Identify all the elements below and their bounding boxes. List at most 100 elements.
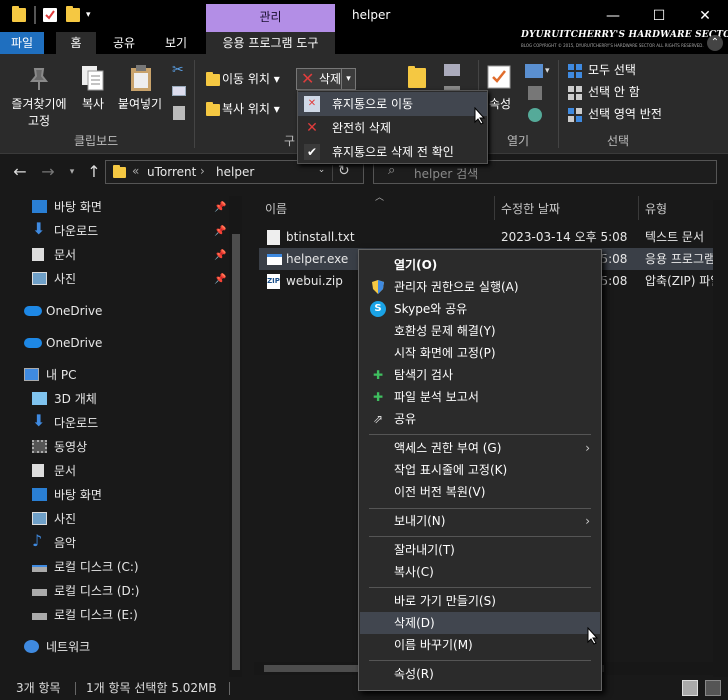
breadcrumb-helper[interactable]: helper (216, 165, 254, 179)
checkmark-icon: ✔ (304, 144, 320, 160)
file-list-vertical-scrollbar[interactable] (713, 200, 728, 677)
new-folder-icon[interactable] (66, 6, 80, 22)
permanently-delete-option[interactable]: ✕ 완전히 삭제 (298, 116, 487, 140)
menu-item-restore-versions[interactable]: 이전 버전 복원(V) (360, 481, 600, 503)
select-all-button[interactable]: 모두 선택 (588, 62, 636, 79)
cut-icon[interactable]: ✂ (172, 62, 184, 78)
chevron-right-icon: › (585, 441, 590, 455)
large-icons-view-icon[interactable] (705, 680, 721, 696)
nav-item-this-pc[interactable]: 내 PC (24, 364, 76, 386)
select-none-icon (568, 86, 582, 100)
confirm-recycle-option[interactable]: ✔ 휴지통으로 삭제 전 확인 (298, 140, 487, 164)
scrollbar-thumb[interactable] (232, 234, 240, 670)
open-icon[interactable] (525, 64, 543, 78)
tab-view[interactable]: 보기 (152, 32, 200, 54)
recycle-option[interactable]: ✕ 휴지통으로 이동 (298, 92, 487, 116)
menu-item-share[interactable]: ⇗ 공유 (360, 408, 600, 430)
open-dropdown-icon[interactable]: ▾ (545, 66, 550, 76)
menu-item-run-as-admin[interactable]: 관리자 권한으로 실행(A) (360, 276, 600, 298)
breadcrumb-separator[interactable]: › (200, 164, 205, 178)
maximize-button[interactable]: ☐ (636, 0, 682, 32)
breadcrumb-overflow[interactable]: « (132, 164, 139, 178)
menu-item-give-access[interactable]: 액세스 권한 부여 (G) › (360, 437, 600, 459)
nav-item-pictures[interactable]: 사진 (32, 268, 76, 290)
refresh-icon[interactable]: ↻ (338, 163, 350, 179)
menu-item-send-to[interactable]: 보내기(N) › (360, 510, 600, 532)
menu-item-pin-taskbar[interactable]: 작업 표시줄에 고정(K) (360, 459, 600, 481)
navigation-scrollbar[interactable] (229, 196, 242, 677)
menu-item-skype-share[interactable]: S Skype와 공유 (360, 298, 600, 320)
paste-shortcut-icon[interactable] (173, 106, 185, 120)
minimize-button[interactable]: — (590, 0, 636, 32)
up-button[interactable]: ↑ (84, 162, 104, 182)
close-button[interactable]: ✕ (682, 0, 728, 32)
nav-item-onedrive[interactable]: OneDrive (24, 300, 102, 322)
cloud-icon (24, 306, 42, 316)
tab-manage[interactable]: 관리 (206, 4, 335, 32)
menu-item-create-shortcut[interactable]: 바로 가기 만들기(S) (360, 590, 600, 612)
details-view-icon[interactable] (682, 680, 698, 696)
new-item-icon[interactable] (444, 64, 460, 76)
nav-item-onedrive-2[interactable]: OneDrive (24, 332, 102, 354)
search-input[interactable]: helper 검색 (414, 165, 478, 182)
column-header-type[interactable]: 유형 (645, 200, 667, 217)
column-header-date[interactable]: 수정한 날짜 (501, 200, 560, 217)
invert-selection-button[interactable]: 선택 영역 반전 (588, 106, 662, 123)
edit-icon[interactable] (528, 86, 542, 100)
nav-item-downloads[interactable]: ⬇ 다운로드 (32, 220, 98, 242)
menu-item-cut[interactable]: 잘라내기(T) (360, 539, 600, 561)
history-icon[interactable] (528, 108, 542, 122)
nav-item-music[interactable]: ♪ 음악 (32, 532, 76, 554)
tab-application-tools[interactable]: 응용 프로그램 도구 (206, 32, 335, 54)
menu-item-properties[interactable]: 속성(R) (360, 663, 600, 685)
nav-item-documents[interactable]: 문서 (32, 244, 76, 266)
copy-to-button[interactable]: 복사 위치 ▾ (222, 101, 292, 118)
menu-item-pin-start[interactable]: 시작 화면에 고정(P) (360, 342, 600, 364)
nav-item-videos[interactable]: 동영상 (32, 436, 87, 458)
divider (75, 682, 76, 695)
menu-item-delete[interactable]: 삭제(D) (360, 612, 600, 634)
nav-item-desktop-pc[interactable]: 바탕 화면 (32, 484, 102, 506)
item-count: 3개 항목 (16, 681, 61, 695)
properties-check-icon[interactable] (43, 8, 57, 22)
nav-item-drive-d[interactable]: 로컬 디스크 (D:) (32, 580, 139, 602)
nav-item-drive-c[interactable]: 로컬 디스크 (C:) (32, 556, 139, 578)
divider (194, 60, 195, 148)
tab-home[interactable]: 홈 (56, 32, 96, 54)
quick-access-dropdown-icon[interactable]: ▾ (86, 10, 100, 24)
menu-item-open[interactable]: 열기(O) (360, 254, 600, 276)
menu-item-explorer-scan[interactable]: ✚ 탐색기 검사 (360, 364, 600, 386)
ribbon-collapse-icon[interactable]: ⌃ (707, 35, 723, 51)
menu-item-analysis-report[interactable]: ✚ 파일 분석 보고서 (360, 386, 600, 408)
menu-item-troubleshoot[interactable]: 호환성 문제 해결(Y) (360, 320, 600, 342)
copy-button[interactable]: 복사 (76, 96, 110, 113)
nav-item-desktop[interactable]: 바탕 화면 (32, 196, 102, 218)
group-clipboard-label: 클립보드 (74, 134, 119, 148)
select-none-button[interactable]: 선택 안 함 (588, 84, 640, 101)
share-icon: ⇗ (372, 412, 384, 426)
breadcrumb-utorrent[interactable]: uTorrent (147, 165, 196, 179)
recent-locations-dropdown-icon[interactable]: ▾ (62, 162, 82, 182)
back-button[interactable]: ← (10, 162, 30, 182)
address-dropdown-icon[interactable]: ⌄ (311, 165, 333, 181)
column-header-name[interactable]: 이름 (265, 200, 287, 217)
menu-item-copy[interactable]: 복사(C) (360, 561, 600, 583)
nav-item-downloads-pc[interactable]: ⬇ 다운로드 (32, 412, 98, 434)
pin-to-quick-access-button[interactable]: 즐겨찾기에 고정 (2, 96, 76, 130)
menu-item-rename[interactable]: 이름 바꾸기(M) (360, 634, 600, 656)
nav-item-3d-objects[interactable]: 3D 개체 (32, 388, 97, 410)
forward-button[interactable]: → (38, 162, 58, 182)
file-row[interactable]: btinstall.txt 2023-03-14 오후 5:08 텍스트 문서 (259, 226, 728, 248)
paste-button[interactable]: 붙여넣기 (112, 96, 168, 113)
delete-button[interactable]: ✕ 삭제 ▾ (296, 68, 356, 90)
tab-file[interactable]: 파일 (0, 32, 44, 54)
delete-dropdown-icon[interactable]: ▾ (341, 69, 355, 89)
copy-path-icon[interactable] (172, 86, 186, 96)
nav-item-drive-e[interactable]: 로컬 디스크 (E:) (32, 604, 138, 626)
new-folder-icon[interactable] (408, 66, 426, 88)
nav-item-documents-pc[interactable]: 문서 (32, 460, 76, 482)
tab-share[interactable]: 공유 (102, 32, 146, 54)
nav-item-pictures-pc[interactable]: 사진 (32, 508, 76, 530)
move-to-button[interactable]: 이동 위치 ▾ (222, 71, 292, 88)
nav-item-network[interactable]: 네트워크 (24, 636, 90, 658)
